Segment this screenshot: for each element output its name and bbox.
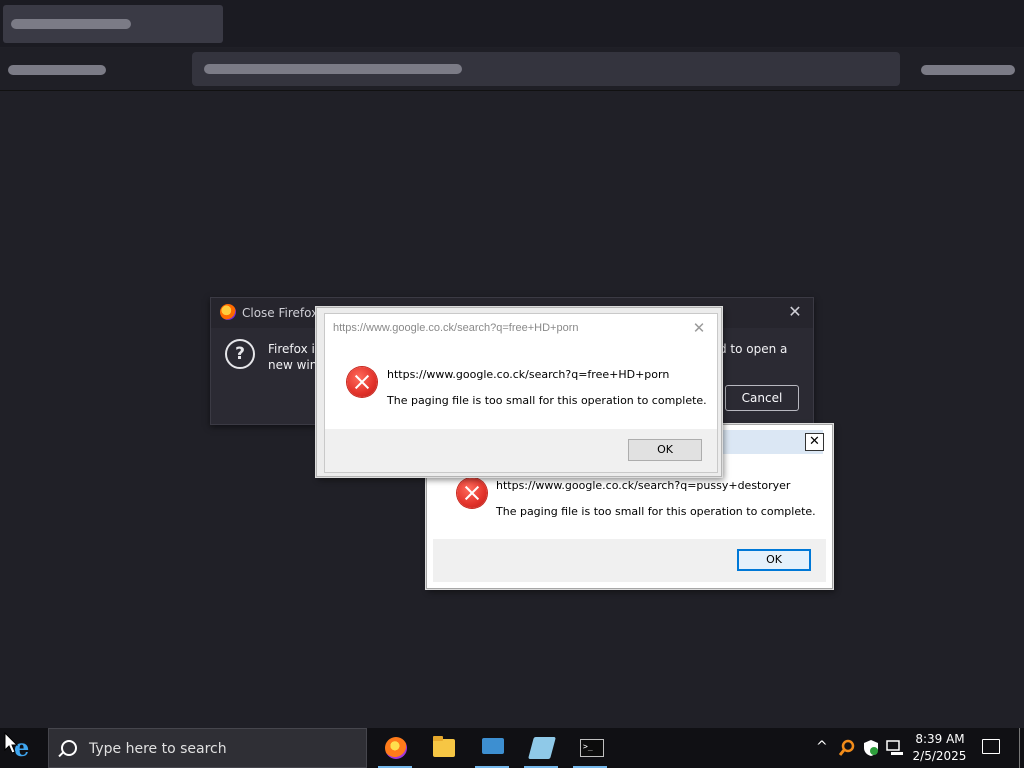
taskbar-notepad[interactable] [521, 728, 561, 768]
taskbar-search-box[interactable]: Type here to search [48, 728, 367, 768]
close-icon[interactable]: ✕ [689, 319, 709, 337]
close-icon[interactable]: ✕ [805, 433, 824, 451]
ok-button[interactable]: OK [737, 549, 811, 571]
taskbar: e Type here to search ^ 8:39 AM 2/ [0, 728, 1024, 768]
notifications-icon[interactable] [982, 739, 1000, 754]
address-bar[interactable] [192, 52, 900, 86]
cancel-button[interactable]: Cancel [725, 385, 799, 411]
close-icon[interactable]: ✕ [785, 302, 805, 322]
firefox-logo-icon [220, 304, 236, 320]
firefox-icon [385, 737, 407, 759]
command-prompt-icon [580, 739, 604, 757]
dialog-footer: OK [325, 429, 717, 472]
address-placeholder [204, 64, 462, 74]
toolbar-right-placeholder [921, 65, 1015, 75]
clock-date[interactable]: 2/5/2025 [912, 749, 967, 763]
ok-button[interactable]: OK [628, 439, 702, 461]
clock-time[interactable]: 8:39 AM [915, 732, 965, 746]
dialog-title: https://www.google.co.ck/search?q=free+H… [333, 322, 579, 334]
notepad-icon [528, 737, 556, 759]
toolbar-buttons-placeholder [8, 65, 106, 75]
error-heading: https://www.google.co.ck/search?q=free+H… [387, 368, 670, 381]
error-heading: https://www.google.co.ck/search?q=pussy+… [496, 479, 791, 492]
show-desktop-button[interactable] [1019, 728, 1020, 768]
file-explorer-icon [433, 736, 455, 757]
magnifier-tray-icon[interactable] [838, 739, 856, 757]
taskbar-file-explorer[interactable] [423, 728, 463, 768]
dialog-message-right: d to open a [719, 342, 788, 356]
question-icon: ? [225, 339, 255, 369]
browser-tab-strip [0, 0, 1024, 47]
start-button[interactable]: e [0, 728, 48, 768]
taskbar-network[interactable] [472, 728, 512, 768]
browser-tab[interactable] [3, 5, 223, 43]
error-icon [457, 478, 487, 508]
security-shield-icon[interactable] [862, 739, 880, 757]
taskbar-firefox[interactable] [375, 728, 415, 768]
tab-title-placeholder [11, 19, 131, 29]
mouse-cursor-icon [4, 732, 18, 754]
network-tray-icon[interactable] [886, 740, 904, 756]
network-icon [482, 738, 504, 754]
error-dialog-front-frame: https://www.google.co.ck/search?q=free+H… [316, 307, 722, 477]
chevron-up-icon[interactable]: ^ [816, 739, 828, 755]
dialog-footer: OK [433, 539, 826, 582]
dialog-titlebar: https://www.google.co.ck/search?q=free+H… [325, 314, 717, 344]
search-icon [61, 740, 77, 756]
dialog-title: Close Firefox [242, 306, 319, 320]
error-message: The paging file is too small for this op… [496, 505, 816, 518]
error-icon [347, 367, 377, 397]
dialog-message-line1: Firefox is [268, 342, 322, 356]
error-message: The paging file is too small for this op… [387, 394, 707, 407]
taskbar-command-prompt[interactable] [570, 728, 610, 768]
search-placeholder: Type here to search [89, 741, 227, 757]
error-dialog-front: https://www.google.co.ck/search?q=free+H… [324, 313, 718, 473]
